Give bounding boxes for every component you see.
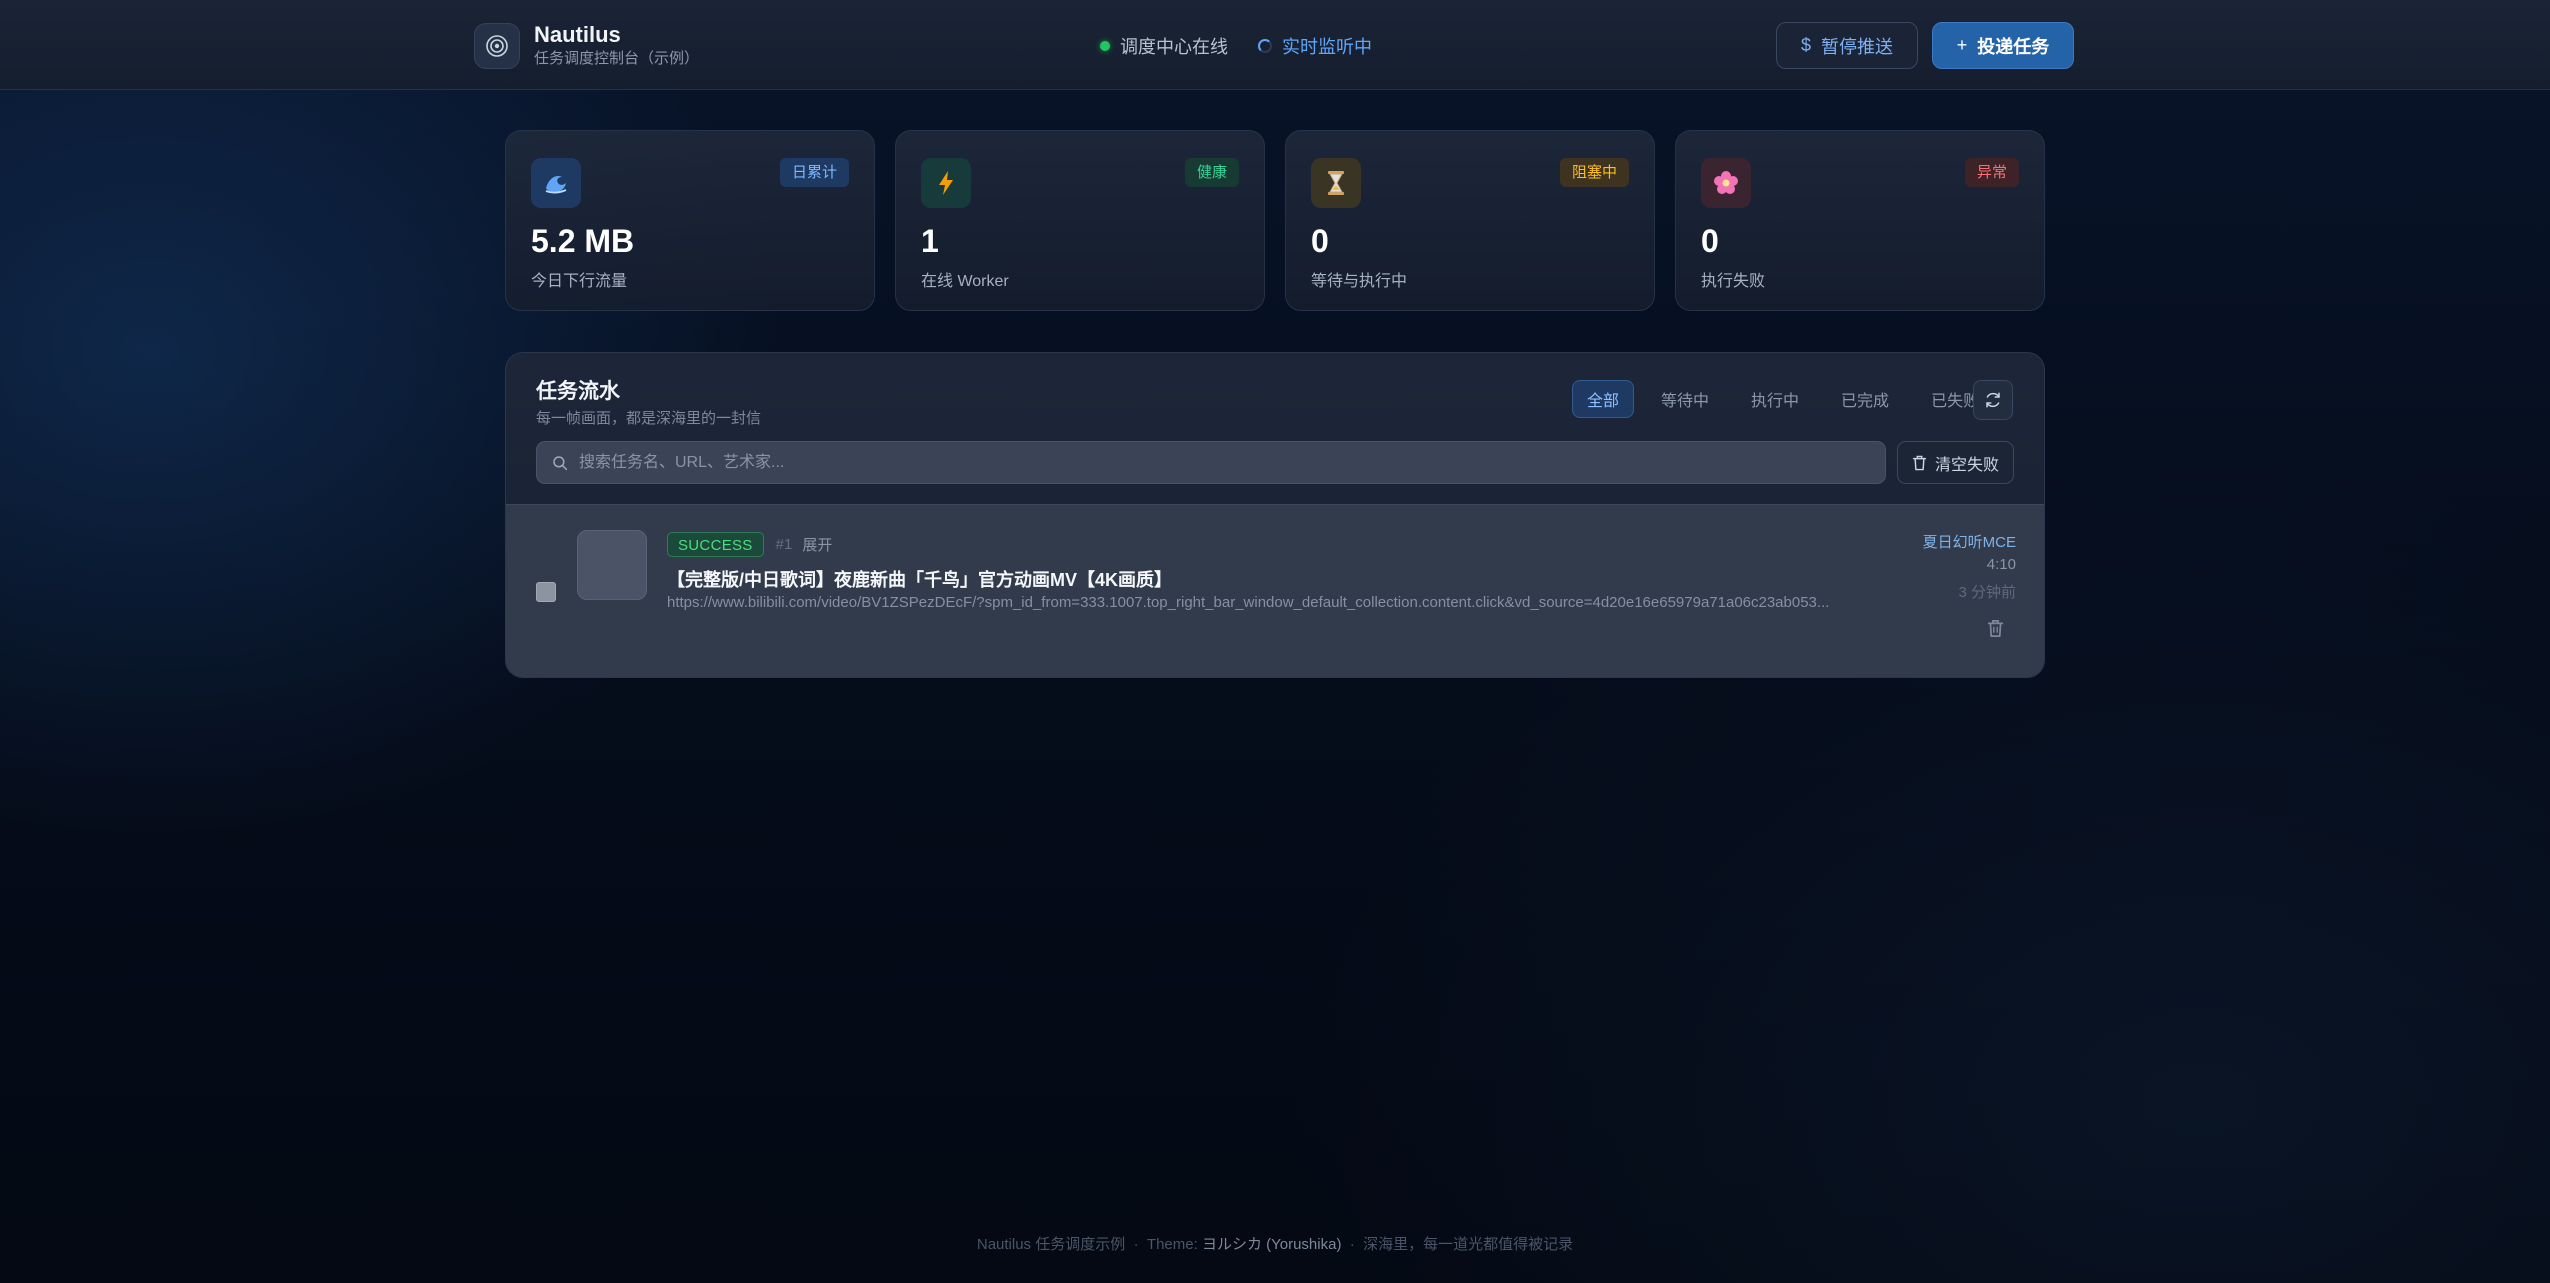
app-subtitle: 任务调度控制台（示例） — [534, 50, 700, 67]
submit-task-label: 投递任务 — [1977, 36, 2050, 57]
radar-logo-icon — [474, 22, 520, 69]
stat-value: 5.2 MB — [531, 223, 635, 259]
stat-label: 等待与执行中 — [1311, 273, 1408, 290]
panel-subtitle: 每一帧画面，都是深海里的一封信 — [536, 410, 762, 427]
pause-push-label: 暂停推送 — [1821, 36, 1893, 57]
clear-failed-label: 清空失败 — [1934, 456, 1999, 474]
stat-label: 执行失败 — [1701, 273, 1766, 290]
task-artist: 夏日幻听MCE — [1922, 534, 2016, 551]
task-url[interactable]: https://www.bilibili.com/video/BV1ZSPezD… — [667, 594, 1897, 611]
pause-push-button[interactable]: $ 暂停推送 — [1776, 22, 1918, 69]
task-row[interactable]: SUCCESS #1 展开 【完整版/中日歌词】夜鹿新曲「千鸟」官方动画MV【4… — [506, 504, 2044, 677]
plus-icon: + — [1956, 35, 1968, 55]
stat-card-pending: 阻塞中 0 等待与执行中 — [1285, 130, 1655, 311]
clear-failed-button[interactable]: 清空失败 — [1897, 441, 2014, 484]
online-dot-icon — [1100, 41, 1110, 51]
panel-title: 任务流水 — [536, 380, 620, 403]
stat-badge: 异常 — [1964, 158, 2019, 187]
top-bar: Nautilus 任务调度控制台（示例） 调度中心在线 实时监听中 $ 暂停推送… — [0, 0, 2550, 90]
search-input[interactable] — [579, 442, 1885, 483]
hourglass-icon — [1311, 158, 1361, 208]
footer-theme-name: ヨルシカ (Yorushika) — [1201, 1236, 1342, 1253]
stat-card-workers: 健康 1 在线 Worker — [895, 130, 1265, 311]
task-title: 【完整版/中日歌词】夜鹿新曲「千鸟」官方动画MV【4K画质】 — [667, 570, 1173, 590]
brand: Nautilus 任务调度控制台（示例） — [474, 22, 699, 69]
refresh-button[interactable] — [1973, 380, 2013, 420]
stat-value: 1 — [921, 223, 939, 259]
trash-icon — [1912, 455, 1927, 471]
stat-label: 今日下行流量 — [531, 273, 628, 290]
task-meta: SUCCESS #1 展开 — [667, 532, 832, 557]
tab-completed[interactable]: 已完成 — [1826, 380, 1904, 418]
lightning-icon — [921, 158, 971, 208]
task-thumbnail — [577, 530, 647, 600]
delete-task-button[interactable] — [1987, 619, 2004, 638]
refresh-icon — [1986, 392, 2000, 408]
stat-value: 0 — [1311, 223, 1329, 259]
flower-icon — [1701, 158, 1751, 208]
status-online-text: 调度中心在线 — [1120, 37, 1228, 57]
app-name: Nautilus — [534, 22, 621, 47]
stat-value: 0 — [1701, 223, 1719, 259]
status-indicators: 调度中心在线 实时监听中 — [1100, 33, 1372, 59]
search-box — [536, 441, 1886, 484]
stat-badge: 阻塞中 — [1559, 158, 1629, 187]
expand-link[interactable]: 展开 — [802, 534, 832, 555]
stat-badge: 健康 — [1184, 158, 1239, 187]
stat-card-traffic: 日累计 5.2 MB 今日下行流量 — [505, 130, 875, 311]
search-icon — [551, 454, 569, 472]
footer: Nautilus 任务调度示例 · Theme: ヨルシカ (Yorushika… — [0, 1233, 2550, 1254]
footer-separator: · — [1349, 1236, 1355, 1253]
filter-tabs: 全部 等待中 执行中 已完成 已失败 — [1572, 380, 2006, 418]
task-checkbox[interactable] — [536, 582, 556, 602]
task-id: #1 — [775, 536, 793, 553]
footer-separator: · — [1133, 1236, 1139, 1253]
footer-prefix: Nautilus 任务调度示例 — [976, 1236, 1126, 1253]
trash-icon — [1987, 620, 2004, 637]
task-time-ago: 3 分钟前 — [1958, 584, 2016, 601]
stat-badge: 日累计 — [779, 158, 849, 187]
status-badge: SUCCESS — [667, 532, 764, 557]
dollar-icon: $ — [1800, 35, 1811, 55]
status-live-text: 实时监听中 — [1282, 37, 1372, 57]
footer-motto: 深海里，每一道光都值得被记录 — [1363, 1236, 1574, 1253]
stat-card-failed: 异常 0 执行失败 — [1675, 130, 2045, 311]
task-panel: 任务流水 每一帧画面，都是深海里的一封信 全部 等待中 执行中 已完成 已失败 — [505, 352, 2045, 678]
task-duration: 4:10 — [1986, 556, 2016, 573]
footer-theme-label: Theme: — [1146, 1236, 1198, 1253]
spinner-icon — [1258, 39, 1272, 53]
tab-pending[interactable]: 等待中 — [1646, 380, 1724, 418]
stat-label: 在线 Worker — [921, 273, 1009, 290]
tab-all[interactable]: 全部 — [1572, 380, 1635, 418]
tab-running[interactable]: 执行中 — [1736, 380, 1814, 418]
submit-task-button[interactable]: + 投递任务 — [1932, 22, 2074, 69]
wave-icon — [531, 158, 581, 208]
